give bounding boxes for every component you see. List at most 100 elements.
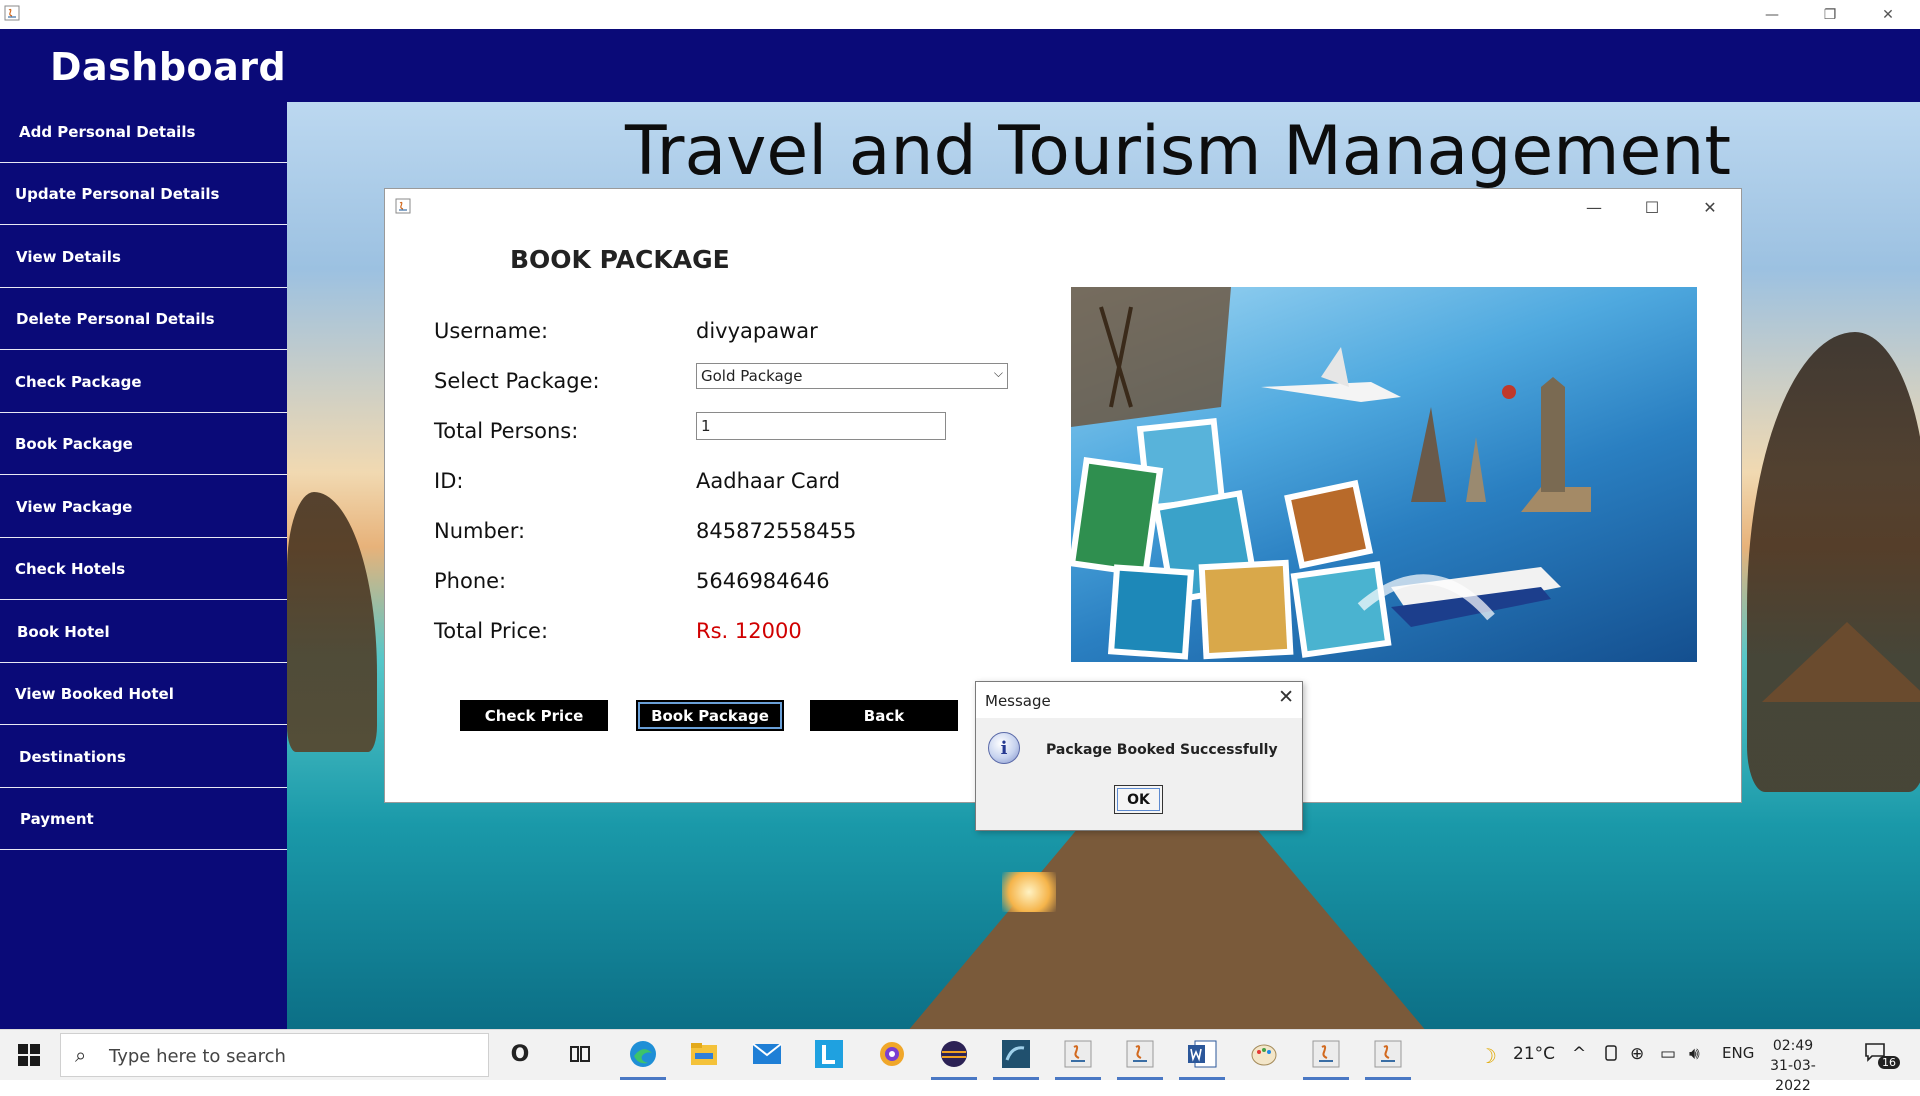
package-select-value: Gold Package (701, 367, 803, 385)
pier-lamp-image (1002, 872, 1056, 912)
sidebar-item-label: Book Package (15, 435, 133, 453)
clock-date: 31-03-2022 (1770, 1058, 1816, 1094)
sidebar-item-label: Update Personal Details (15, 185, 220, 203)
java-app-icon (4, 5, 20, 21)
java-app-icon[interactable] (1310, 1038, 1342, 1070)
l-app-icon[interactable] (813, 1038, 845, 1070)
cortana-icon[interactable]: O (504, 1038, 536, 1070)
device-icon[interactable] (1603, 1044, 1619, 1067)
username-value: divyapawar (696, 319, 818, 343)
file-explorer-icon[interactable] (688, 1038, 720, 1070)
book-package-button[interactable]: Book Package (636, 700, 784, 731)
taskbar: ⌕ Type here to search O ☽ 21°C ^ ⊕ ▭ 🔊︎ … (0, 1029, 1920, 1094)
sidebar-item-update-personal-details[interactable]: Update Personal Details (0, 164, 287, 225)
brave-browser-icon[interactable] (876, 1038, 908, 1070)
dialog-title: Message (985, 692, 1051, 710)
sidebar-item-label: Add Personal Details (19, 123, 196, 141)
notification-count-badge: 16 (1878, 1056, 1900, 1069)
mail-icon[interactable] (751, 1038, 783, 1070)
total-persons-input[interactable]: 1 (696, 412, 946, 440)
java-app-icon[interactable] (1062, 1038, 1094, 1070)
package-label: Select Package: (434, 369, 600, 393)
windows-start-icon[interactable] (18, 1044, 40, 1066)
travel-collage-graphic (1071, 287, 1591, 660)
paint-icon[interactable] (1248, 1038, 1280, 1070)
palm-tree-image (1747, 332, 1920, 792)
phone-label: Phone: (434, 569, 507, 593)
sidebar-item-label: Destinations (19, 748, 126, 766)
sidebar-item-destinations[interactable]: Destinations (0, 727, 287, 788)
close-icon[interactable]: ✕ (1859, 0, 1917, 29)
weather-moon-icon[interactable]: ☽ (1479, 1044, 1497, 1068)
focus-ring (1117, 788, 1160, 811)
sidebar-item-label: View Details (16, 248, 121, 266)
clock-time: 02:49 (1772, 1038, 1814, 1054)
app-title: Travel and Tourism Management (625, 112, 1732, 191)
number-value: 845872558455 (696, 519, 857, 543)
sidebar-item-add-personal-details[interactable]: Add Personal Details (0, 102, 287, 163)
dialog-message: Package Booked Successfully (1046, 742, 1278, 758)
phone-value: 5646984646 (696, 569, 830, 593)
chevron-down-icon: ⌵ (993, 366, 1003, 380)
sidebar-item-delete-personal-details[interactable]: Delete Personal Details (0, 289, 287, 350)
info-icon: i (988, 732, 1020, 764)
dashboard-header: Dashboard (0, 29, 1920, 102)
id-value: Aadhaar Card (696, 469, 841, 493)
word-icon[interactable] (1186, 1038, 1218, 1070)
java-app-icon[interactable] (1372, 1038, 1404, 1070)
sidebar-item-check-package[interactable]: Check Package (0, 352, 287, 413)
dialog-titlebar: Message ✕ (976, 682, 1302, 718)
sidebar-item-check-hotels[interactable]: Check Hotels (0, 539, 287, 600)
sidebar-item-view-details[interactable]: View Details (0, 227, 287, 288)
minimize-icon[interactable]: — (1565, 189, 1623, 225)
ok-button[interactable]: OK (1114, 785, 1163, 814)
task-view-icon[interactable] (564, 1038, 596, 1070)
message-dialog: Message ✕ i Package Booked Successfully … (975, 681, 1303, 831)
search-icon: ⌕ (75, 1043, 87, 1067)
sidebar-item-view-package[interactable]: View Package (0, 477, 287, 538)
id-label: ID: (434, 469, 464, 493)
sidebar-item-label: Check Hotels (15, 560, 126, 578)
edge-browser-icon[interactable] (627, 1038, 659, 1070)
sidebar-item-book-package[interactable]: Book Package (0, 414, 287, 475)
language-indicator[interactable]: ENG (1722, 1044, 1754, 1062)
sidebar-item-label: Payment (20, 810, 94, 828)
page-title: BOOK PACKAGE (510, 245, 730, 274)
eclipse-ide-icon[interactable] (938, 1038, 970, 1070)
travel-collage-image (1071, 287, 1697, 662)
sidebar-item-view-booked-hotel[interactable]: View Booked Hotel (0, 664, 287, 725)
weather-temperature[interactable]: 21°C (1513, 1044, 1555, 1064)
check-price-button[interactable]: Check Price (460, 700, 608, 731)
close-icon[interactable]: ✕ (1278, 686, 1294, 708)
sidebar-item-label: Check Package (15, 373, 142, 391)
sidebar-item-payment[interactable]: Payment (0, 789, 287, 850)
mysql-workbench-icon[interactable] (1000, 1038, 1032, 1070)
price-label: Total Price: (434, 619, 549, 643)
sidebar-item-label: Book Hotel (17, 623, 110, 641)
search-placeholder: Type here to search (109, 1046, 286, 1067)
close-icon[interactable]: ✕ (1681, 189, 1739, 225)
taskbar-clock[interactable]: 02:49 31-03-2022 (1757, 1036, 1829, 1096)
network-globe-icon[interactable]: ⊕ (1630, 1044, 1644, 1064)
chevron-up-icon[interactable]: ^ (1572, 1044, 1586, 1064)
package-select[interactable]: Gold Package ⌵ (696, 363, 1008, 389)
maximize-icon[interactable]: ☐ (1623, 189, 1681, 225)
persons-label: Total Persons: (434, 419, 579, 443)
number-label: Number: (434, 519, 526, 543)
volume-icon[interactable]: 🔊︎ (1689, 1044, 1700, 1064)
total-price-value: Rs. 12000 (696, 619, 802, 643)
restore-icon[interactable]: ❐ (1801, 0, 1859, 29)
palm-tree-image (287, 492, 377, 752)
sidebar-item-book-hotel[interactable]: Book Hotel (0, 602, 287, 663)
back-button[interactable]: Back (810, 700, 958, 731)
window-titlebar: — ❐ ✕ (0, 0, 1920, 29)
battery-icon[interactable]: ▭ (1660, 1044, 1676, 1064)
sidebar: Add Personal Details Update Personal Det… (0, 102, 287, 1029)
taskbar-search-input[interactable]: ⌕ Type here to search (60, 1033, 489, 1077)
sidebar-item-label: View Booked Hotel (15, 685, 174, 703)
username-label: Username: (434, 319, 549, 343)
java-app-icon (395, 198, 411, 214)
sidebar-item-label: View Package (16, 498, 133, 516)
java-app-icon[interactable] (1124, 1038, 1156, 1070)
minimize-icon[interactable]: — (1743, 0, 1801, 29)
